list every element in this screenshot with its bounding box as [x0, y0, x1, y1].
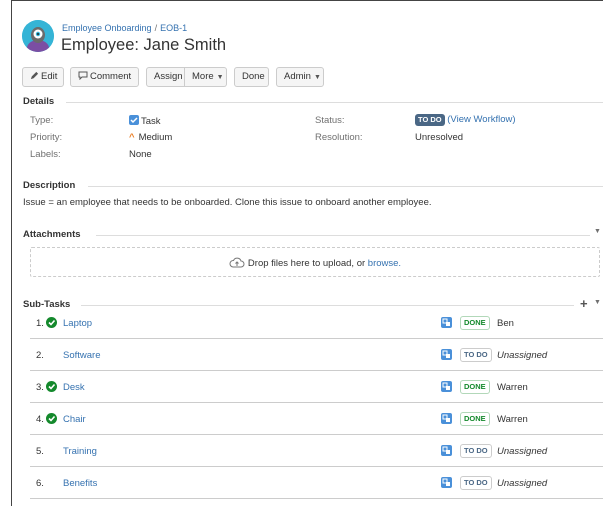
chevron-down-icon: ▼ — [216, 74, 224, 81]
chevron-down-icon[interactable]: ▼ — [594, 228, 601, 235]
issue-view: Employee Onboarding / EOB-1 Employee: Jane… — [11, 0, 603, 506]
subtask-status-lozenge: TO DO — [460, 476, 492, 490]
breadcrumb-separator: / — [154, 23, 158, 33]
resolution-value: Unresolved — [415, 132, 464, 143]
breadcrumb-project-link[interactable]: Employee Onboarding — [62, 23, 152, 33]
priority-value-text: Medium — [138, 132, 173, 143]
subtask-summary-link[interactable]: Benefits — [63, 478, 97, 489]
chevron-down-icon: ▼ — [313, 74, 321, 81]
subtask-assignee: Unassigned — [497, 478, 548, 489]
done-button-label: Done — [242, 71, 265, 82]
subtask-number: 1. — [36, 318, 44, 329]
subtask-assignee: Unassigned — [497, 350, 548, 361]
comment-button[interactable]: Comment — [70, 67, 139, 87]
description-text: Issue = an employee that needs to be onb… — [23, 197, 432, 208]
comment-icon — [78, 71, 88, 81]
subtask-assignee[interactable]: Warren — [497, 414, 528, 425]
done-button[interactable]: Done — [234, 67, 269, 87]
attachments-heading[interactable]: Attachments — [23, 229, 81, 240]
checkbox-icon — [129, 115, 139, 125]
subtask-row[interactable]: 2. Software TO DO Unassigned — [30, 339, 603, 371]
dropzone-label: Drop files here to upload, or — [247, 258, 366, 269]
subtask-row[interactable]: 6. Benefits TO DO Unassigned — [30, 467, 603, 499]
check-circle-icon — [46, 381, 57, 392]
subtask-status-lozenge: TO DO — [460, 348, 492, 362]
edit-button-label: Edit — [41, 71, 58, 82]
project-avatar-icon[interactable] — [22, 20, 54, 52]
type-value: Task — [129, 115, 161, 127]
cloud-upload-icon — [229, 257, 245, 268]
subtask-summary-link[interactable]: Software — [63, 350, 101, 361]
subtask-number: 3. — [36, 382, 44, 393]
subtask-row[interactable]: 1. Laptop DONE Ben — [30, 307, 603, 339]
breadcrumb: Employee Onboarding / EOB-1 — [62, 23, 187, 33]
subtask-status-lozenge: DONE — [460, 316, 490, 330]
priority-label: Priority: — [30, 132, 63, 143]
subtask-icon — [441, 413, 452, 424]
subtask-status-lozenge: DONE — [460, 412, 490, 426]
subtask-summary-link[interactable]: Desk — [63, 382, 85, 393]
subtask-number: 4. — [36, 414, 44, 425]
status-value: TO DO (View Workflow) — [415, 114, 516, 126]
dropzone-text: Drop files here to upload, or browse. — [31, 257, 599, 269]
status-lozenge: TO DO — [415, 114, 445, 126]
subtask-number: 6. — [36, 478, 44, 489]
subtask-number: 2. — [36, 350, 44, 361]
attachments-divider — [96, 235, 590, 236]
type-label: Type: — [30, 115, 54, 126]
issue-title[interactable]: Employee: Jane Smith — [61, 36, 226, 55]
edit-button[interactable]: Edit — [22, 67, 64, 87]
subtask-row[interactable]: 4. Chair DONE Warren — [30, 403, 603, 435]
attachment-dropzone[interactable]: Drop files here to upload, or browse. — [30, 247, 600, 277]
status-label: Status: — [315, 115, 345, 126]
subtask-icon — [441, 445, 452, 456]
more-button-label: More — [192, 71, 214, 82]
subtask-status-lozenge: TO DO — [460, 444, 492, 458]
subtask-icon — [441, 381, 452, 392]
subtasks-divider — [81, 305, 574, 306]
assign-button-label: Assign — [154, 71, 183, 82]
description-divider — [88, 186, 603, 187]
comment-button-label: Comment — [90, 71, 132, 82]
subtask-icon — [441, 477, 452, 488]
subtask-assignee[interactable]: Ben — [497, 318, 514, 329]
subtask-assignee[interactable]: Warren — [497, 382, 528, 393]
description-heading[interactable]: Description — [23, 180, 75, 191]
check-circle-icon — [46, 413, 57, 424]
priority-up-icon: ^ — [129, 132, 135, 143]
chevron-down-icon[interactable]: ▼ — [594, 299, 601, 306]
subtask-summary-link[interactable]: Laptop — [63, 318, 92, 329]
subtask-status-lozenge: DONE — [460, 380, 490, 394]
details-heading[interactable]: Details — [23, 96, 54, 107]
labels-value: None — [129, 149, 152, 160]
pencil-icon — [30, 71, 39, 80]
subtask-row[interactable]: 3. Desk DONE Warren — [30, 371, 603, 403]
resolution-label: Resolution: — [315, 132, 363, 143]
admin-button[interactable]: Admin ▼ — [276, 67, 324, 87]
subtask-summary-link[interactable]: Chair — [63, 414, 86, 425]
subtask-row[interactable]: 5. Training TO DO Unassigned — [30, 435, 603, 467]
check-circle-icon — [46, 317, 57, 328]
subtask-icon — [441, 317, 452, 328]
type-value-text: Task — [141, 116, 161, 127]
assign-button[interactable]: Assign — [146, 67, 185, 87]
subtask-summary-link[interactable]: Training — [63, 446, 97, 457]
subtask-assignee: Unassigned — [497, 446, 548, 457]
priority-value: ^ Medium — [129, 132, 172, 143]
breadcrumb-issue-key-link[interactable]: EOB-1 — [160, 23, 187, 33]
subtask-icon — [441, 349, 452, 360]
admin-button-label: Admin — [284, 71, 311, 82]
labels-label: Labels: — [30, 149, 61, 160]
view-workflow-link[interactable]: (View Workflow) — [447, 114, 515, 125]
browse-link[interactable]: browse. — [368, 258, 401, 269]
details-divider — [66, 102, 603, 103]
subtask-number: 5. — [36, 446, 44, 457]
more-button[interactable]: More ▼ — [185, 67, 227, 87]
